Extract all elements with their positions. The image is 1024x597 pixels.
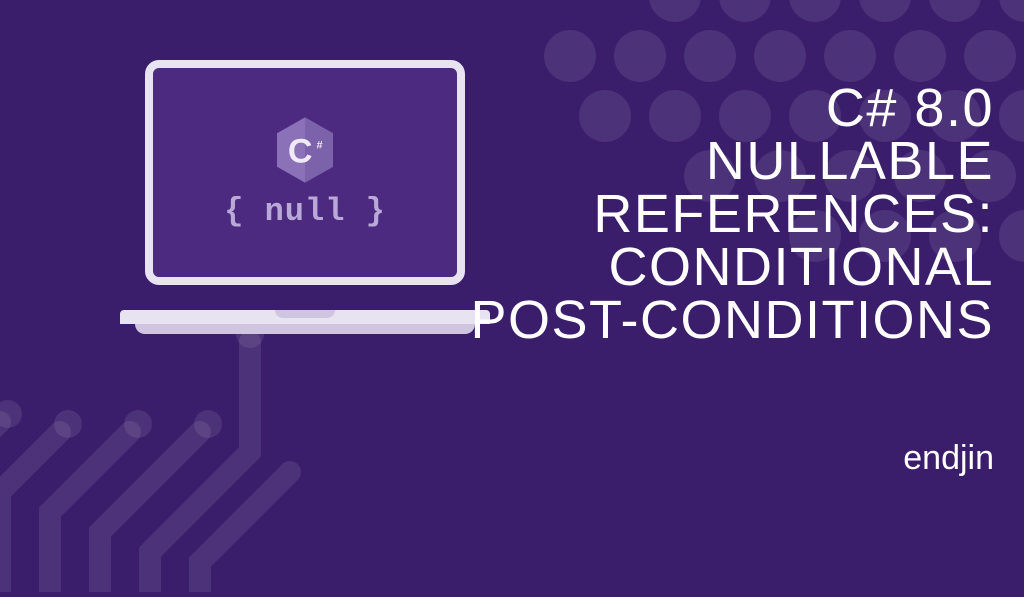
logo-hash: # (317, 139, 323, 151)
title-line-3: REFERENCES: (470, 188, 994, 241)
title-line-5: POST-CONDITIONS (470, 294, 994, 347)
csharp-hexagon-logo: C # (274, 115, 336, 185)
title-line-1: C# 8.0 (470, 82, 994, 135)
laptop-screen: C # { null } (145, 60, 465, 285)
page-title: C# 8.0 NULLABLE REFERENCES: CONDITIONAL … (470, 82, 994, 347)
title-line-4: CONDITIONAL (470, 241, 994, 294)
laptop-illustration: C # { null } (120, 60, 490, 330)
laptop-base (120, 310, 490, 330)
logo-letter: C (288, 132, 313, 170)
null-code-text: { null } (224, 193, 386, 230)
title-line-2: NULLABLE (470, 135, 994, 188)
brand-logo-text: endjin (903, 439, 994, 478)
